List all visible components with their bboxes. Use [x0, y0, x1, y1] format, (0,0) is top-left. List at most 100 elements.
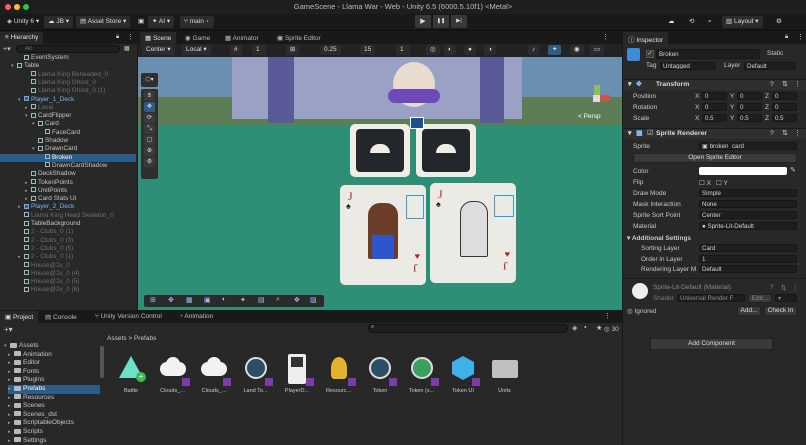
- transform-y-field[interactable]: 0: [737, 92, 762, 100]
- project-folder-item[interactable]: ▸ Animation: [8, 351, 52, 360]
- rotate-tool-icon[interactable]: ⟳: [144, 113, 155, 123]
- more-icon[interactable]: ⋮: [602, 33, 609, 41]
- layout-dropdown[interactable]: ▥ Layout ▾: [722, 16, 763, 28]
- add-icon[interactable]: +▾: [4, 325, 13, 334]
- audio-icon[interactable]: ♪: [528, 45, 540, 55]
- breadcrumb-prefabs[interactable]: Prefabs: [134, 335, 156, 342]
- hand-tool-icon[interactable]: ✋︎: [144, 91, 155, 101]
- edit-shader-button[interactable]: Edit...: [748, 294, 772, 303]
- hierarchy-item[interactable]: Llama King Ghost_0 (1): [0, 87, 136, 95]
- hierarchy-item[interactable]: House@2x_0 (5): [0, 278, 136, 286]
- mode-2d-icon[interactable]: ◑: [484, 45, 496, 55]
- sprite-renderer-header[interactable]: ▾ ▦ ☑ Sprite Renderer? ⇅ ⋮: [624, 128, 806, 139]
- project-folder-item[interactable]: ▸ ScriptableObjects: [8, 419, 74, 428]
- hierarchy-item[interactable]: TableBackground: [0, 220, 136, 228]
- history-icon[interactable]: ⟲: [685, 16, 698, 28]
- sprite-field[interactable]: ▣ broken_card: [699, 142, 797, 150]
- asset-item[interactable]: + Battle: [112, 352, 150, 394]
- transform-y-field[interactable]: 0: [737, 103, 762, 111]
- settings-icon[interactable]: ⚙: [772, 16, 786, 28]
- gizmo-icon[interactable]: ◎: [426, 45, 440, 55]
- more-icon[interactable]: ⋮: [794, 80, 801, 90]
- active-checkbox[interactable]: ✓: [646, 50, 654, 58]
- hierarchy-item[interactable]: House@2x_0 (6): [0, 286, 136, 294]
- transform-x-field[interactable]: 0: [702, 103, 727, 111]
- project-folder-item[interactable]: ▸ Plugins: [8, 376, 44, 385]
- hierarchy-item[interactable]: DrawnCardShadow: [0, 162, 136, 170]
- draw-mode-dropdown[interactable]: Simple: [699, 189, 797, 197]
- hierarchy-item[interactable]: ▾ Player_1_Deck: [0, 96, 136, 104]
- hierarchy-item[interactable]: DeckShadow: [0, 170, 136, 178]
- account-button[interactable]: ☁ JB ▾: [44, 16, 73, 28]
- shading-icon[interactable]: ◐: [444, 45, 456, 55]
- lock-icon[interactable]: 🔒︎: [785, 34, 788, 41]
- grid-icon[interactable]: #: [230, 45, 242, 55]
- hierarchy-item[interactable]: Llama King Head Skeleton_0: [0, 212, 136, 220]
- render-icon[interactable]: ●: [464, 45, 476, 55]
- add-button[interactable]: Add...: [737, 306, 761, 316]
- hierarchy-item[interactable]: 2 - Clubs_0 (3): [0, 237, 136, 245]
- shader-options-dropdown[interactable]: ▾: [775, 294, 797, 302]
- grid-size-field[interactable]: 1: [252, 45, 266, 55]
- transform-header[interactable]: ▾ ✥ Transform? ⇅ ⋮: [624, 79, 806, 90]
- card-back-left[interactable]: [350, 124, 410, 177]
- presets-icon[interactable]: ⇅: [782, 80, 788, 90]
- view-options-icon[interactable]: ⬡▾: [141, 73, 158, 87]
- rotation-snap-field[interactable]: 15: [360, 45, 376, 55]
- filter-label-icon[interactable]: ⬩: [584, 324, 587, 332]
- filter-icon[interactable]: ▦: [124, 45, 130, 52]
- overlay-icon-9[interactable]: ✥: [294, 296, 300, 304]
- asset-item[interactable]: Units: [486, 352, 524, 394]
- tab-project[interactable]: ▣ Project: [0, 311, 39, 323]
- hierarchy-item[interactable]: ▸ TokenPoints: [0, 179, 136, 187]
- hierarchy-item[interactable]: Llama King Ghost_0: [0, 79, 136, 87]
- asset-item[interactable]: Clouds_...: [154, 352, 192, 394]
- project-folder-item[interactable]: ▸ Fonts: [8, 368, 39, 377]
- space-dropdown[interactable]: Local ▾: [182, 45, 211, 55]
- lock-icon[interactable]: 🔒︎: [116, 34, 119, 41]
- overlay-icon-10[interactable]: ▨: [310, 296, 317, 304]
- hierarchy-item[interactable]: FaceCard: [0, 129, 136, 137]
- hierarchy-item[interactable]: 2 - Clubs_0 (1): [0, 228, 136, 236]
- transform-y-field[interactable]: 0.5: [737, 114, 762, 122]
- enabled-checkbox[interactable]: ☑: [647, 129, 653, 139]
- visibility-icon[interactable]: ◉: [570, 45, 584, 55]
- tab-version-control[interactable]: ⑂ Unity Version Control: [90, 311, 167, 323]
- overlay-icon-7[interactable]: ▤: [258, 296, 265, 304]
- hierarchy-item[interactable]: ▸ Player_2_Deck: [0, 203, 136, 211]
- branch-button[interactable]: ⑂ main ▾: [180, 16, 214, 28]
- move-tool-icon[interactable]: ✥: [144, 102, 155, 112]
- pause-button[interactable]: ❚❚: [433, 15, 449, 28]
- hierarchy-item[interactable]: ▸ UnitPoints: [0, 187, 136, 195]
- project-folder-item[interactable]: ▸ Resources: [8, 394, 54, 403]
- static-label[interactable]: Static: [767, 50, 783, 57]
- hierarchy-item[interactable]: ▸ Laval: [0, 104, 136, 112]
- transform-z-field[interactable]: 0.5: [772, 114, 797, 122]
- hierarchy-item[interactable]: Llama King Beheaded_0: [0, 71, 136, 79]
- tag-dropdown[interactable]: Untagged: [660, 62, 716, 70]
- hierarchy-item[interactable]: ▾ Table: [0, 62, 136, 70]
- asset-item[interactable]: Token UI: [444, 352, 482, 394]
- hierarchy-item[interactable]: ▸ 2 - Clubs_0 (1): [0, 253, 136, 261]
- overlay-icon-3[interactable]: ▦: [186, 296, 193, 304]
- tab-animator[interactable]: ▦ Animator: [220, 32, 264, 44]
- presets-icon[interactable]: ⇅: [781, 284, 786, 292]
- search-icon[interactable]: ⌕: [704, 16, 716, 28]
- project-folder-item[interactable]: ▸ Scripts: [8, 428, 43, 437]
- flip-x-toggle[interactable]: ☐ X: [699, 179, 711, 187]
- order-in-layer-field[interactable]: 1: [699, 255, 797, 263]
- scene-viewport[interactable]: ⬡▾ ✋︎ ✥ ⟳ ⤡ ▢ ⊕ ⚙ < Persp J ♠ J ♥ J ♠ J …: [138, 57, 622, 310]
- ai-button[interactable]: ✦ AI ▾: [148, 16, 175, 28]
- snap-icon[interactable]: ⊞: [286, 45, 300, 55]
- card-back-right[interactable]: [416, 124, 476, 177]
- breadcrumb-assets[interactable]: Assets: [107, 335, 127, 342]
- project-folder-item[interactable]: ▾ Assets: [4, 342, 39, 351]
- perspective-label[interactable]: < Persp: [578, 113, 601, 120]
- fx-icon[interactable]: ✦: [548, 45, 562, 55]
- transform-tool-icon[interactable]: ⊕: [144, 146, 155, 156]
- help-icon[interactable]: ?: [770, 129, 774, 139]
- check-in-button[interactable]: Check In: [764, 306, 797, 316]
- more-icon[interactable]: ⋮: [604, 312, 611, 320]
- hierarchy-item[interactable]: ▸ Card Stats UI: [0, 195, 136, 203]
- overlay-icon-5[interactable]: ◐: [222, 296, 226, 303]
